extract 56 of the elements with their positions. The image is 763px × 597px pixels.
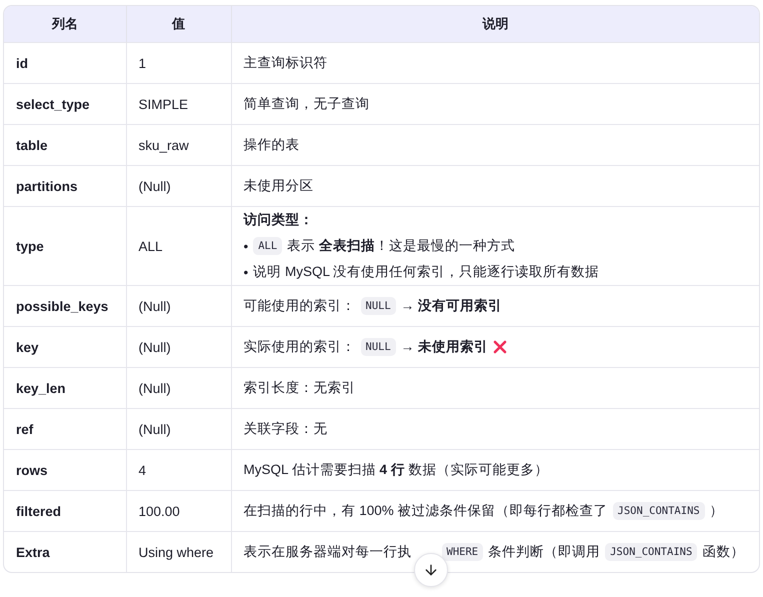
column-value: (Null) xyxy=(138,422,171,436)
column-value: 1 xyxy=(138,56,146,70)
column-name: rows xyxy=(16,462,48,478)
description-text: 说明 MySQL 没有使用任何索引，只能逐行读取所有数据 xyxy=(253,263,600,281)
column-name: type xyxy=(16,238,44,254)
description-text: 实际使用的索引： xyxy=(244,338,356,356)
code-chip: JSON_CONTAINS xyxy=(605,543,698,561)
description-text: 函数） xyxy=(702,543,744,561)
bullet-marker: • xyxy=(244,264,248,280)
description-text: 条件判断（即调用 xyxy=(488,543,600,561)
description-text: → 未使用索引 xyxy=(400,338,488,356)
column-value: (Null) xyxy=(138,380,171,396)
column-value: 100.00 xyxy=(138,504,180,518)
column-name: Extra xyxy=(16,544,50,560)
description-text: 未使用分区 xyxy=(244,177,314,195)
column-name: possible_keys xyxy=(16,298,108,314)
column-name: select_type xyxy=(16,96,90,112)
column-name: table xyxy=(16,138,48,152)
column-name: filtered xyxy=(16,504,62,518)
code-chip: JSON_CONTAINS xyxy=(612,502,705,520)
column-value: (Null) xyxy=(138,298,171,314)
column-name: key xyxy=(16,340,39,354)
column-value: 4 xyxy=(138,462,146,478)
description-text: 访问类型： xyxy=(244,211,314,229)
description-text: 在扫描的行中，有 100% 被过滤条件保留（即每行都检查了 xyxy=(244,502,608,520)
column-value: SIMPLE xyxy=(138,96,188,112)
column-value: (Null) xyxy=(138,340,171,354)
column-value: (Null) xyxy=(138,178,171,194)
code-chip: NULL xyxy=(360,338,396,356)
description-text: 关联字段：无 xyxy=(244,420,328,438)
bullet-marker: • xyxy=(244,238,248,254)
column-header: 值 xyxy=(126,6,231,42)
column-value: Using where xyxy=(138,544,214,560)
description-text: 简单查询，无子查询 xyxy=(244,95,370,113)
description-text: 主查询标识符 xyxy=(244,54,328,72)
description-text: 表示 全表扫描！这是最慢的一种方式 xyxy=(287,237,515,255)
column-name: id xyxy=(16,56,28,70)
description-text: 表示在服务器端对每一行执 xyxy=(244,543,412,561)
column-name: partitions xyxy=(16,178,78,194)
code-chip: WHERE xyxy=(442,543,484,561)
description-text: → 没有可用索引 xyxy=(400,297,502,315)
cross-icon xyxy=(493,340,508,354)
code-chip: ALL xyxy=(253,237,282,255)
description-text: MySQL 估计需要扫描 4 行 数据（实际可能更多） xyxy=(244,461,549,479)
code-chip: NULL xyxy=(360,297,396,315)
column-header: 说明 xyxy=(231,6,759,42)
column-value: sku_raw xyxy=(138,138,189,152)
description-text: ） xyxy=(710,502,724,520)
column-header: 列名 xyxy=(4,6,126,42)
scroll-down-button[interactable] xyxy=(414,553,448,587)
description-text: 可能使用的索引： xyxy=(244,297,356,315)
column-value: ALL xyxy=(138,238,163,254)
description-text: 操作的表 xyxy=(244,136,300,154)
column-name: key_len xyxy=(16,380,66,396)
column-name: ref xyxy=(16,422,34,436)
description-text: 索引长度：无索引 xyxy=(244,379,356,397)
